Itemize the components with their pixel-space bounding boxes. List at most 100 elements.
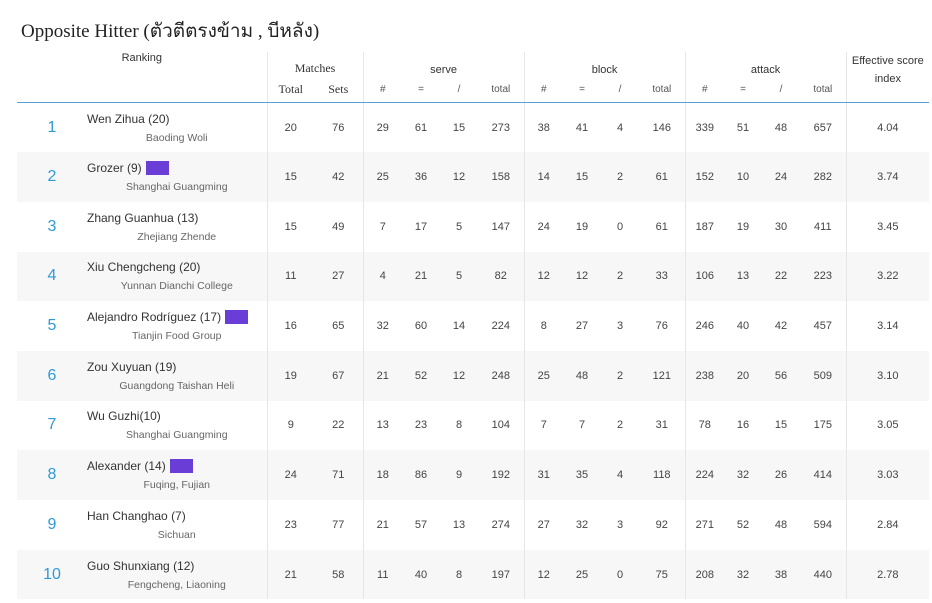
- serve-value: 12: [452, 171, 466, 184]
- attack-sub-header: #: [684, 76, 725, 103]
- serve-value: 248: [491, 369, 510, 382]
- player-name: Grozer (9): [87, 161, 142, 176]
- rank-number: 7: [47, 416, 57, 434]
- matches-sets-header: Sets: [314, 76, 364, 103]
- attack-value: 40: [736, 320, 750, 333]
- matches-header: Matches: [266, 52, 364, 76]
- table-row: 2 Grozer (9) Shanghai Guangming 15 42 25 36 12 1…: [17, 152, 930, 202]
- matches-total: 9: [266, 400, 315, 451]
- serve-value: 274: [491, 518, 510, 531]
- attack-value: 48: [774, 121, 788, 134]
- block-value: 61: [655, 171, 668, 184]
- block-value: 3: [616, 320, 624, 333]
- attack-value: 19: [736, 220, 750, 233]
- attack-value: 246: [684, 301, 725, 351]
- team-name: Shanghai Guangming: [125, 181, 228, 194]
- player-name-line: Guo Shunxiang (12): [87, 559, 267, 573]
- team-name: Fuqing, Fujian: [143, 479, 211, 492]
- attack-value: 594: [813, 518, 832, 531]
- attack-value: 509: [813, 369, 832, 382]
- serve-sub-header: total: [478, 76, 525, 103]
- serve-value: 29: [362, 102, 403, 153]
- block-value: 75: [655, 568, 668, 581]
- matches-total: 21: [266, 549, 315, 600]
- effective-score-header-line1: Effective score: [851, 55, 924, 67]
- serve-value: 8: [455, 568, 463, 581]
- serve-sub-header: #: [362, 76, 403, 103]
- country-flag-icon: [225, 310, 249, 325]
- attack-value: 78: [684, 400, 725, 451]
- block-value: 7: [578, 419, 586, 432]
- player-name: Zou Xuyuan (19): [87, 359, 177, 374]
- attack-value: 411: [814, 220, 832, 233]
- player-cell: Alexander (14) Fuqing, Fujian: [87, 450, 267, 500]
- serve-value: 57: [414, 518, 428, 531]
- serve-value: 15: [452, 121, 466, 134]
- player-cell: Zhang Guanhua (13) Zhejiang Zhende: [87, 202, 267, 252]
- serve-value: 13: [362, 400, 403, 451]
- attack-value: 20: [736, 369, 750, 382]
- block-value: 27: [523, 500, 564, 550]
- attack-value: 56: [774, 369, 788, 382]
- attack-value: 22: [774, 270, 788, 283]
- block-sub-header: #: [523, 76, 564, 103]
- attack-value: 32: [736, 469, 750, 482]
- attack-value: 32: [736, 568, 750, 581]
- serve-value: 7: [362, 201, 403, 252]
- block-value: 92: [655, 518, 668, 531]
- block-value: 32: [575, 518, 589, 531]
- attack-sub-header: /: [762, 76, 801, 103]
- serve-value: 61: [414, 121, 428, 134]
- player-name-line: Zou Xuyuan (19): [87, 360, 267, 374]
- attack-value: 24: [774, 171, 788, 184]
- attack-header: attack: [684, 52, 847, 76]
- team-name: Zhejiang Zhende: [137, 230, 217, 243]
- player-cell: Alejandro Rodríguez (17) Tianjin Food Gro…: [87, 301, 267, 351]
- attack-value: 15: [774, 419, 788, 432]
- team-name: Baoding Woli: [145, 131, 208, 144]
- player-cell: Grozer (9) Shanghai Guangming: [87, 152, 267, 202]
- block-value: 118: [653, 469, 671, 482]
- table-row: 8 Alexander (14) Fuqing, Fujian 24 71 18 86 9 19…: [17, 450, 930, 500]
- rank-number: 9: [47, 515, 57, 533]
- block-value: 12: [523, 251, 564, 302]
- rank-number: 8: [47, 466, 57, 484]
- matches-sets: 42: [332, 171, 345, 184]
- block-value: 31: [523, 450, 564, 500]
- block-value: 121: [652, 369, 671, 382]
- attack-value: 16: [736, 419, 750, 432]
- player-cell: Wen Zihua (20) Baoding Woli: [87, 103, 267, 153]
- rank-number: 3: [47, 217, 57, 235]
- table-row: 10 Guo Shunxiang (12) Fengcheng, Liaoning 2…: [17, 549, 930, 600]
- attack-value: 52: [736, 518, 750, 531]
- attack-value: 13: [736, 270, 750, 283]
- ranking-header: Ranking: [17, 52, 268, 103]
- attack-value: 208: [684, 549, 725, 600]
- effective-score: 3.05: [845, 400, 930, 451]
- block-sub-header: =: [563, 76, 602, 103]
- player-name-line: Wen Zihua (20): [87, 112, 267, 126]
- serve-value: 4: [362, 251, 403, 302]
- matches-sets: 77: [332, 518, 345, 531]
- matches-sets: 65: [332, 320, 345, 333]
- block-value: 33: [655, 270, 668, 283]
- attack-value: 10: [736, 171, 750, 184]
- block-value: 35: [575, 469, 589, 482]
- team-name: Tianjin Food Group: [132, 330, 222, 343]
- serve-value: 273: [491, 121, 510, 134]
- attack-value: 238: [684, 350, 725, 401]
- block-value: 24: [523, 201, 564, 252]
- block-value: 38: [523, 102, 564, 153]
- attack-value: 26: [774, 469, 788, 482]
- block-value: 2: [616, 171, 624, 184]
- player-cell: Han Changhao (7) Sichuan: [87, 500, 267, 550]
- block-value: 48: [575, 369, 589, 382]
- block-value: 25: [575, 568, 589, 581]
- effective-score: 3.45: [845, 201, 930, 252]
- player-name-line: Zhang Guanhua (13): [87, 211, 267, 225]
- block-value: 4: [616, 469, 624, 482]
- serve-value: 12: [452, 369, 466, 382]
- block-value: 7: [523, 400, 564, 451]
- serve-value: 52: [414, 369, 428, 382]
- player-name-line: Alejandro Rodríguez (17): [87, 310, 267, 325]
